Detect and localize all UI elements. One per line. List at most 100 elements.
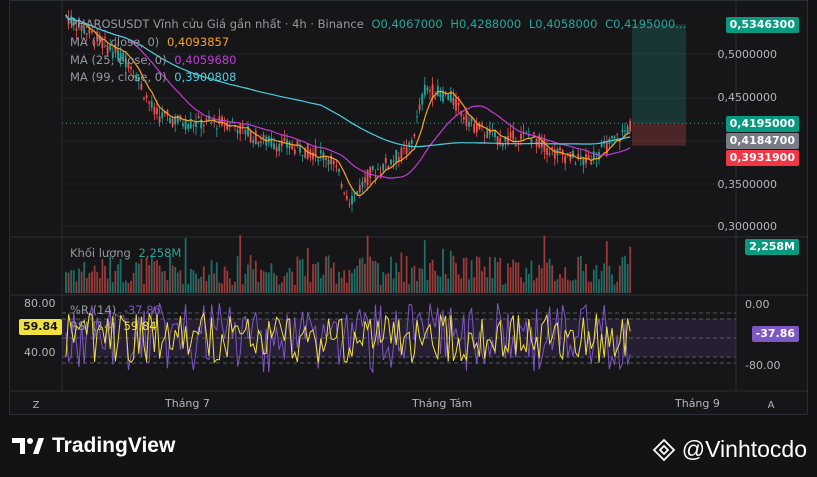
candle-body xyxy=(512,130,515,140)
candle-body xyxy=(366,170,369,186)
volume-bar xyxy=(535,277,538,293)
volume-bar xyxy=(327,255,330,293)
volume-bar xyxy=(143,284,145,293)
candle-body xyxy=(403,147,405,149)
volume-bar xyxy=(392,278,395,293)
volume-bar xyxy=(408,284,411,293)
candle-body xyxy=(197,115,200,119)
volume-bar xyxy=(353,269,356,293)
candle-body xyxy=(143,97,145,99)
volume-bar xyxy=(163,270,166,293)
volume-bar xyxy=(176,272,179,293)
candle-body xyxy=(317,159,320,162)
candle-body xyxy=(343,192,346,194)
volume-bar xyxy=(314,263,317,293)
legend-open: O0,4067000 xyxy=(371,17,443,31)
volume-bar xyxy=(202,266,205,293)
last-price-tag: 0,4195000 xyxy=(725,116,799,132)
volume-bar xyxy=(340,277,343,293)
auto-scale-button[interactable]: A xyxy=(762,398,780,413)
candle-body xyxy=(426,87,429,91)
candle-body xyxy=(486,128,489,139)
volume-bar xyxy=(369,256,372,293)
volume-bar xyxy=(166,279,169,293)
candle-body xyxy=(548,153,551,155)
candle-body xyxy=(543,138,546,152)
volume-bar xyxy=(561,277,564,293)
volume-bar xyxy=(410,267,413,293)
volume-bar xyxy=(377,263,379,293)
volume-bar xyxy=(278,284,281,293)
candle-body xyxy=(361,181,364,187)
candle-body xyxy=(369,166,372,178)
volume-bar xyxy=(135,262,138,293)
volume-bar xyxy=(387,273,390,293)
volume-bar xyxy=(304,276,307,293)
volume-bar xyxy=(119,258,122,293)
log-scale-button[interactable]: Z xyxy=(27,398,45,413)
volume-bar xyxy=(109,256,112,293)
candle-body xyxy=(156,108,158,115)
volume-bar xyxy=(564,267,567,293)
legend-close: C0,4195000... xyxy=(605,17,687,31)
candle-body xyxy=(468,121,470,127)
volume-bar xyxy=(582,270,585,293)
rsi-label: RSI (14) xyxy=(70,319,116,333)
volume-bar xyxy=(338,271,340,293)
long-position-profit-zone xyxy=(632,24,686,125)
volume-bar xyxy=(509,267,512,293)
candle-body xyxy=(351,196,353,205)
volume-bar xyxy=(252,269,255,293)
volume-bar xyxy=(260,269,262,293)
legend-ma99: MA (99, close, 0) 0,3900808 xyxy=(70,70,240,84)
volume-bar xyxy=(587,281,590,293)
volume-bar xyxy=(239,235,242,293)
volume-bar xyxy=(325,256,327,293)
volume-bar xyxy=(244,273,247,293)
volume-bar xyxy=(364,263,366,293)
ma25-label: MA (25, close, 0) xyxy=(70,53,167,67)
volume-bar xyxy=(286,272,288,293)
candle-body xyxy=(624,130,626,132)
volume-bar xyxy=(348,269,351,293)
volume-bar xyxy=(551,265,554,293)
candle-body xyxy=(215,128,218,130)
target-price-tag: 0,5346300 xyxy=(725,17,799,33)
time-axis-label: Tháng 7 xyxy=(165,397,210,410)
candle-body xyxy=(158,116,161,123)
price-axis-label: 0,5000000 xyxy=(717,48,778,61)
volume-bar xyxy=(434,270,437,293)
volume-bar xyxy=(356,265,359,293)
candle-body xyxy=(169,118,171,124)
volume-bar xyxy=(169,256,171,293)
candle-body xyxy=(390,159,392,165)
volume-bar xyxy=(283,275,286,293)
volume-bar xyxy=(475,256,478,293)
chart-frame[interactable]: PHAROSUSDT Vĩnh cửu Giá gần nhất · 4h · … xyxy=(9,0,808,415)
volume-bar xyxy=(150,255,153,293)
candle-body xyxy=(455,98,457,111)
volume-bar xyxy=(80,271,83,293)
volume-bar xyxy=(226,270,229,293)
volume-bar xyxy=(436,275,439,293)
volume-bar xyxy=(215,262,218,293)
volume-bar xyxy=(457,274,460,293)
volume-bar xyxy=(130,280,132,293)
volume-bar xyxy=(156,260,158,293)
volume-bar xyxy=(452,255,455,293)
volume-bar xyxy=(429,262,431,293)
volume-bar xyxy=(442,248,444,293)
volume-bar xyxy=(530,260,533,293)
volume-bar xyxy=(275,275,278,293)
volume-tag: 2,258M xyxy=(745,239,799,255)
candle-body xyxy=(546,147,548,155)
candle-body xyxy=(574,163,577,165)
price-axis-label: 0,3500000 xyxy=(717,178,778,191)
volume-bar xyxy=(137,263,140,293)
ma7-label: MA (7, close, 0) xyxy=(70,35,160,49)
candle-body xyxy=(410,140,413,144)
volume-bar xyxy=(603,263,606,293)
candle-body xyxy=(436,85,439,97)
volume-bar xyxy=(122,282,125,293)
volume-bar xyxy=(195,273,197,293)
